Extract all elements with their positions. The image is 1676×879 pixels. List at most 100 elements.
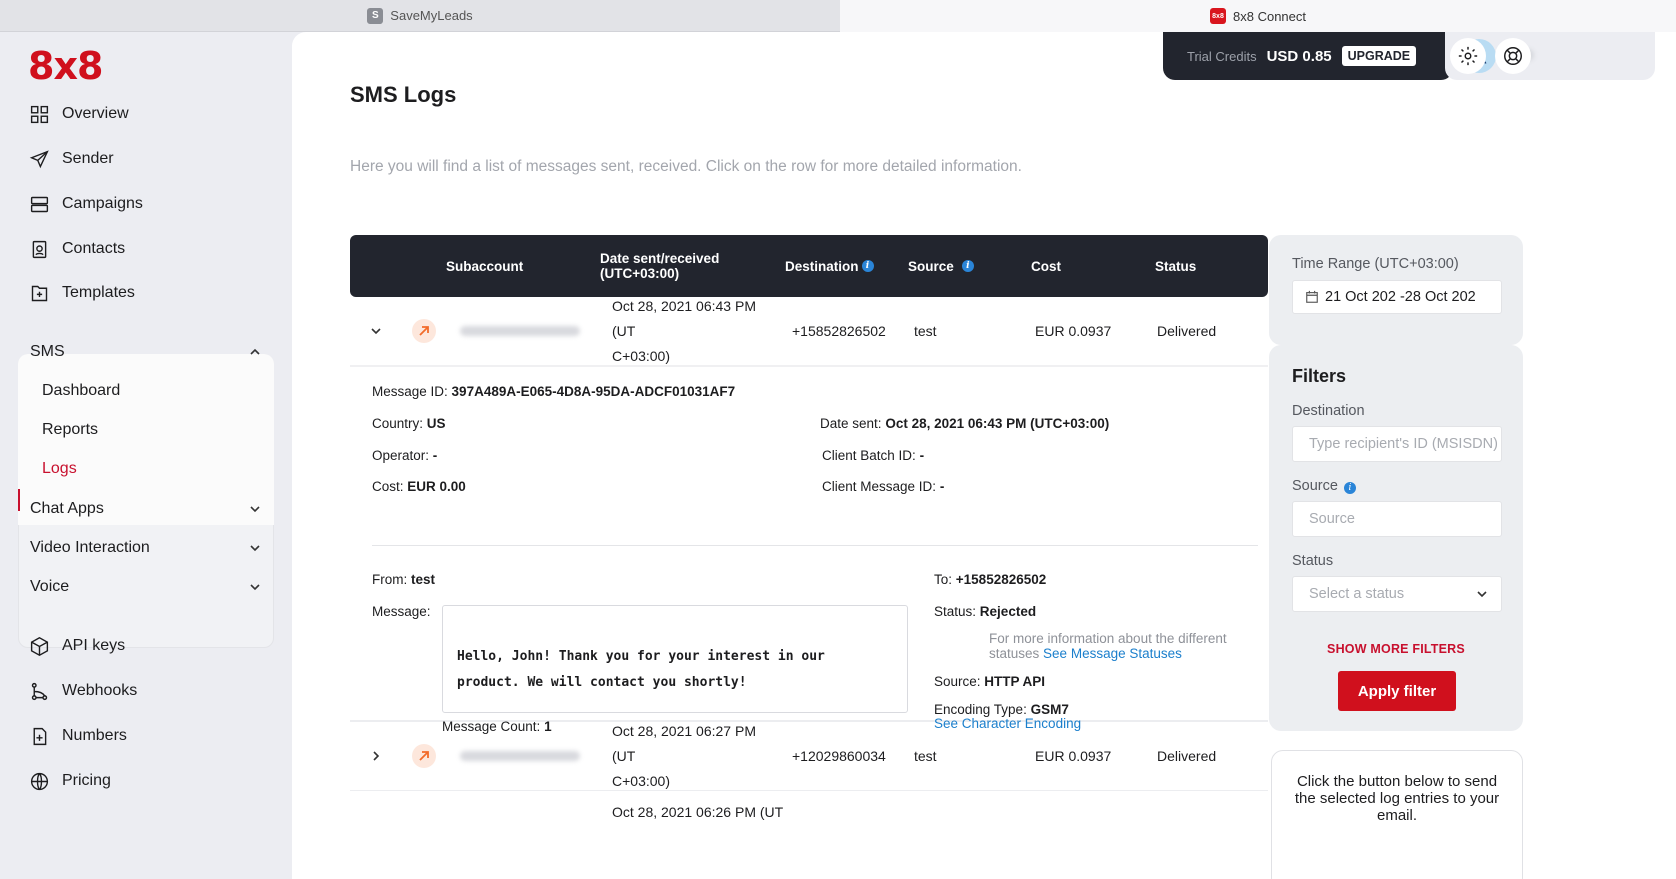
status: Status: Rejected — [934, 604, 1037, 619]
cube-icon — [28, 635, 50, 657]
sidebar-item-templates[interactable]: Templates — [28, 278, 135, 308]
status-select[interactable]: Select a status — [1292, 576, 1502, 612]
encoding-type: Encoding Type: GSM7 — [934, 702, 1069, 717]
sidebar-item-sender[interactable]: Sender — [28, 144, 114, 174]
message-label: Message: — [372, 604, 431, 619]
browser-tab-savemyleads[interactable]: S SaveMyLeads — [0, 0, 840, 32]
date-cell: Oct 28, 2021 06:27 PM (UT C+03:00) — [612, 722, 782, 790]
status-cell: Delivered — [1157, 322, 1217, 339]
browser-tab-label: SaveMyLeads — [390, 8, 473, 23]
apply-filter-button[interactable]: Apply filter — [1338, 671, 1456, 711]
date-line: Oct 28, 2021 06:43 PM (UT — [612, 297, 756, 339]
subaccount-blurred — [460, 326, 580, 336]
sidebar-group-chat-apps[interactable]: Chat Apps — [30, 495, 262, 523]
expand-toggle[interactable] — [369, 722, 383, 790]
header-status[interactable]: Status — [1155, 235, 1196, 297]
sidebar-item-numbers[interactable]: Numbers — [28, 721, 127, 751]
status-info: For more information about the different… — [989, 631, 1227, 661]
sidebar-group-voice[interactable]: Voice — [30, 573, 262, 601]
client-message-id: Client Message ID: - — [822, 479, 945, 494]
chevron-down-icon — [371, 328, 381, 335]
calendar-icon — [1306, 290, 1318, 303]
table-row[interactable]: Oct 28, 2021 06:27 PM (UT C+03:00) +1202… — [350, 722, 1268, 790]
destination-input[interactable]: Type recipient's ID (MSISDN) — [1292, 426, 1502, 462]
templates-icon — [28, 282, 50, 304]
table-row[interactable]: Oct 28, 2021 06:26 PM (UT — [350, 790, 1268, 850]
sidebar-item-overview[interactable]: Overview — [28, 99, 129, 129]
sidebar-item-label: Sender — [62, 150, 114, 167]
sidebar-item-label: Webhooks — [62, 682, 138, 699]
savemyleads-favicon-icon: S — [367, 7, 384, 24]
campaigns-icon — [28, 193, 50, 215]
header-subaccount[interactable]: Subaccount — [446, 235, 523, 297]
webhook-icon — [28, 680, 50, 702]
sidebar-item-label: Numbers — [62, 727, 127, 744]
sidebar-item-api-keys[interactable]: API keys — [28, 631, 125, 661]
logo[interactable]: 8x8 — [28, 44, 103, 88]
header-date[interactable]: Date sent/received (UTC+03:00) — [600, 235, 730, 297]
sidebar-item-reports[interactable]: Reports — [42, 416, 98, 444]
date-sent: Date sent: Oct 28, 2021 06:43 PM (UTC+03… — [820, 416, 1110, 431]
header-label: Source — [908, 258, 954, 274]
sidebar-item-campaigns[interactable]: Campaigns — [28, 189, 143, 219]
credits-value: USD 0.85 — [1266, 47, 1332, 65]
cost-cell: EUR 0.0937 — [1035, 322, 1112, 339]
info-icon[interactable]: i — [861, 260, 874, 272]
subaccount-blurred — [460, 751, 580, 761]
client-batch-id: Client Batch ID: - — [822, 448, 925, 463]
sidebar-item-label: Pricing — [62, 772, 111, 789]
table-row[interactable]: Oct 28, 2021 06:43 PM (UT C+03:00) +1585… — [350, 297, 1268, 365]
header-label: Destination — [785, 258, 859, 274]
credits-label: Trial Credits — [1187, 48, 1257, 64]
time-range-label: Time Range (UTC+03:00) — [1292, 256, 1459, 272]
sidebar-group-label: Voice — [30, 578, 70, 595]
sidebar-item-contacts[interactable]: Contacts — [28, 234, 125, 264]
header-source[interactable]: Source i — [908, 235, 974, 297]
status-label: Status — [1292, 553, 1334, 569]
logs-table-header: Subaccount Date sent/received (UTC+03:00… — [350, 235, 1268, 297]
destination-cell: +15852826502 — [792, 322, 886, 339]
source-input[interactable]: Source — [1292, 501, 1502, 537]
grid-icon — [28, 103, 50, 125]
chevron-down-icon — [250, 506, 260, 513]
time-range-input[interactable]: 21 Oct 202 -28 Oct 202 — [1292, 280, 1502, 314]
browser-tab-8x8-connect[interactable]: 8x8 8x8 Connect — [840, 0, 1676, 32]
subaccount-cell — [460, 297, 580, 365]
sidebar-item-pricing[interactable]: Pricing — [28, 766, 111, 796]
sidebar-group-label: SMS — [30, 343, 65, 360]
upgrade-button[interactable]: UPGRADE — [1341, 46, 1417, 66]
sidebar-group-video-interaction[interactable]: Video Interaction — [30, 534, 262, 562]
show-more-filters-link[interactable]: SHOW MORE FILTERS — [1269, 642, 1523, 656]
collapse-toggle[interactable] — [369, 297, 383, 365]
chevron-up-icon — [250, 348, 260, 355]
header-destination[interactable]: Destination i — [785, 235, 874, 297]
outbound-arrow-icon — [412, 744, 436, 768]
to: To: +15852826502 — [934, 572, 1047, 587]
info-icon[interactable]: i — [961, 260, 974, 272]
see-message-statuses-link[interactable]: See Message Statuses — [1043, 646, 1182, 661]
sidebar-item-label: API keys — [62, 637, 126, 654]
sidebar-item-label: Templates — [62, 284, 135, 301]
settings-button[interactable] — [1450, 38, 1486, 74]
sidebar-item-dashboard[interactable]: Dashboard — [42, 377, 120, 405]
source-cell: test — [914, 747, 937, 764]
sidebar-group-label: Video Interaction — [30, 539, 150, 556]
sidebar-item-label: Logs — [42, 460, 77, 477]
sidebar-item-label: Dashboard — [42, 382, 121, 399]
sidebar-group-sms[interactable]: SMS — [30, 338, 262, 366]
detail-source: Source: HTTP API — [934, 674, 1046, 689]
destination-label: Destination — [1292, 403, 1365, 419]
message-body[interactable]: Hello, John! Thank you for your interest… — [442, 605, 908, 713]
cost-cell: EUR 0.0937 — [1035, 747, 1112, 764]
status-select-value: Select a status — [1309, 586, 1405, 602]
sidebar-group-label: Chat Apps — [30, 500, 104, 517]
operator: Operator: - — [372, 448, 438, 463]
date-cell: Oct 28, 2021 06:43 PM (UT C+03:00) — [612, 297, 782, 365]
info-icon[interactable]: i — [1343, 482, 1356, 494]
help-button[interactable] — [1495, 38, 1531, 74]
chevron-down-icon — [1477, 591, 1487, 598]
header-cost[interactable]: Cost — [1031, 235, 1061, 297]
from: From: test — [372, 572, 436, 587]
sidebar-item-logs[interactable]: Logs — [42, 455, 77, 483]
sidebar-item-webhooks[interactable]: Webhooks — [28, 676, 137, 706]
